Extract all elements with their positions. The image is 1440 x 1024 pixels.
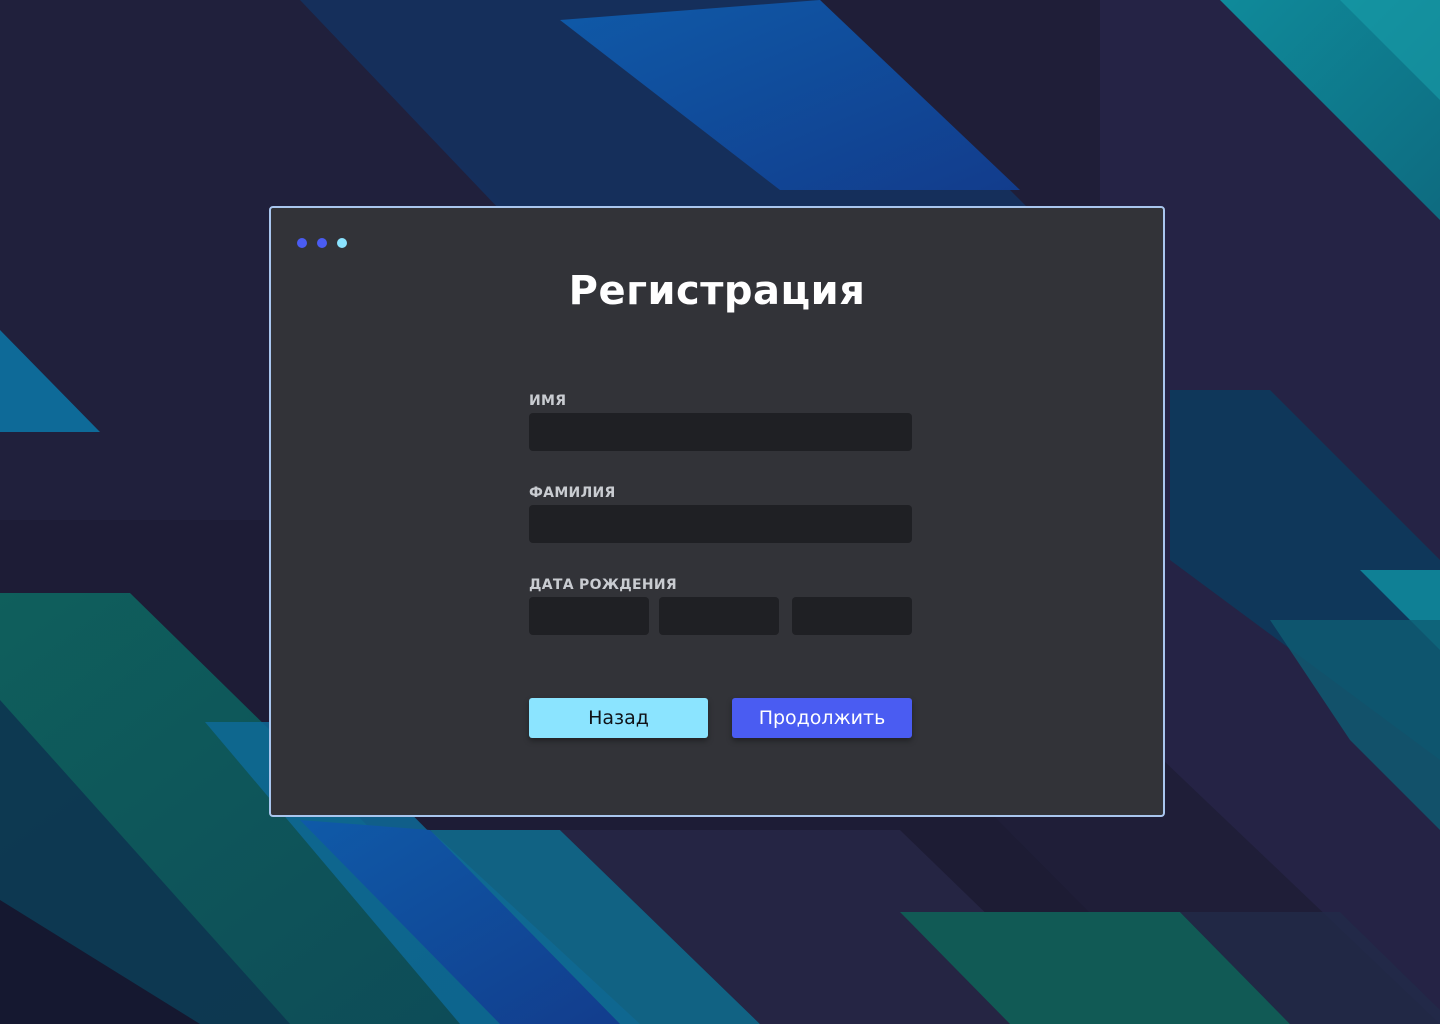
window-dot-2[interactable] <box>317 238 327 248</box>
continue-button[interactable]: Продолжить <box>732 698 912 738</box>
registration-window: Регистрация ИМЯ ФАМИЛИЯ ДАТА РОЖДЕНИЯ На… <box>269 206 1165 817</box>
last-name-input[interactable] <box>529 505 912 543</box>
window-dot-3[interactable] <box>337 238 347 248</box>
window-dots <box>297 238 347 248</box>
birth-day-input[interactable] <box>529 597 649 635</box>
back-button[interactable]: Назад <box>529 698 708 738</box>
window-dot-1[interactable] <box>297 238 307 248</box>
birth-year-input[interactable] <box>792 597 912 635</box>
birth-month-input[interactable] <box>659 597 779 635</box>
birth-date-label: ДАТА РОЖДЕНИЯ <box>529 577 678 593</box>
last-name-label: ФАМИЛИЯ <box>529 485 616 501</box>
first-name-input[interactable] <box>529 413 912 451</box>
first-name-label: ИМЯ <box>529 393 567 409</box>
page-title: Регистрация <box>568 268 866 314</box>
